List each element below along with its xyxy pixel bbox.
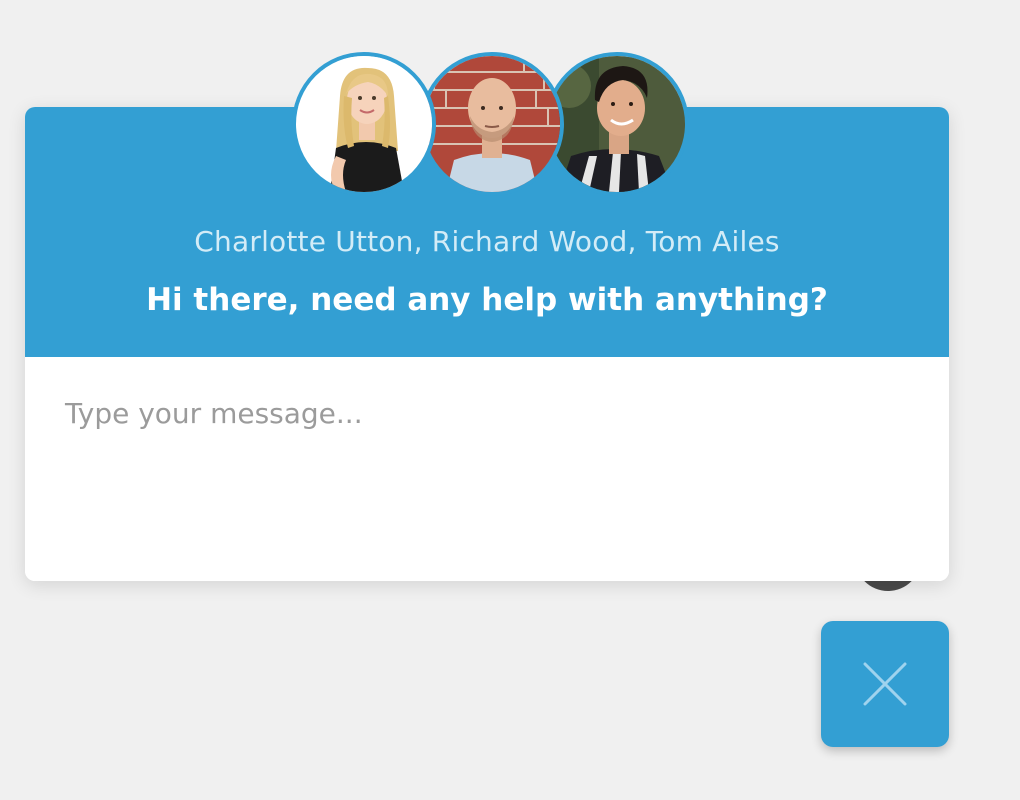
avatar-photo-icon bbox=[549, 56, 685, 192]
agent-names: Charlotte Utton, Richard Wood, Tom Ailes bbox=[194, 225, 780, 258]
avatar-charlotte-utton bbox=[292, 52, 436, 196]
close-icon bbox=[863, 662, 907, 706]
message-input[interactable] bbox=[25, 357, 949, 581]
chat-widget-stage: Charlotte Utton, Richard Wood, Tom Ailes… bbox=[0, 0, 1020, 800]
avatar-tom-ailes bbox=[545, 52, 689, 196]
greeting-message: Hi there, need any help with anything? bbox=[146, 282, 828, 318]
avatar-photo-icon bbox=[296, 56, 432, 192]
avatar-richard-wood bbox=[420, 52, 564, 196]
avatar-photo-icon bbox=[424, 56, 560, 192]
close-button[interactable] bbox=[821, 621, 949, 747]
